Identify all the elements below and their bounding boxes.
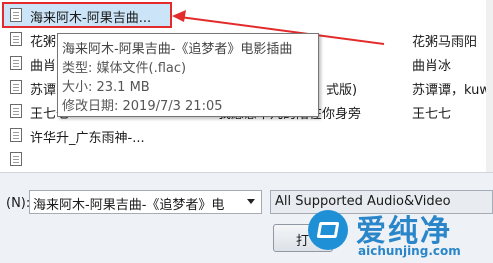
filename-combobox[interactable]: 海来阿木-阿果吉曲-《追梦者》电 <box>29 190 262 214</box>
file-tooltip: 海来阿木-阿果吉曲-《追梦者》电影插曲 类型: 媒体文件(.flac) 大小: … <box>57 33 319 117</box>
filename-value[interactable]: 海来阿木-阿果吉曲-《追梦者》电 <box>33 194 238 213</box>
watermark: 爱纯净 aichunjing.com <box>300 204 493 263</box>
filename-label: (N): <box>6 196 31 211</box>
watermark-url: aichunjing.com <box>358 244 461 258</box>
tooltip-type: 类型: 媒体文件(.flac) <box>62 61 187 76</box>
brand-logo-icon <box>308 210 348 250</box>
dropdown-arrow-icon[interactable] <box>247 199 255 204</box>
tooltip-modified: 修改日期: 2019/7/3 21:05 <box>62 99 223 114</box>
tooltip-title: 海来阿木-阿果吉曲-《追梦者》电影插曲 <box>62 42 293 57</box>
tooltip-size: 大小: 23.1 MB <box>62 80 150 95</box>
